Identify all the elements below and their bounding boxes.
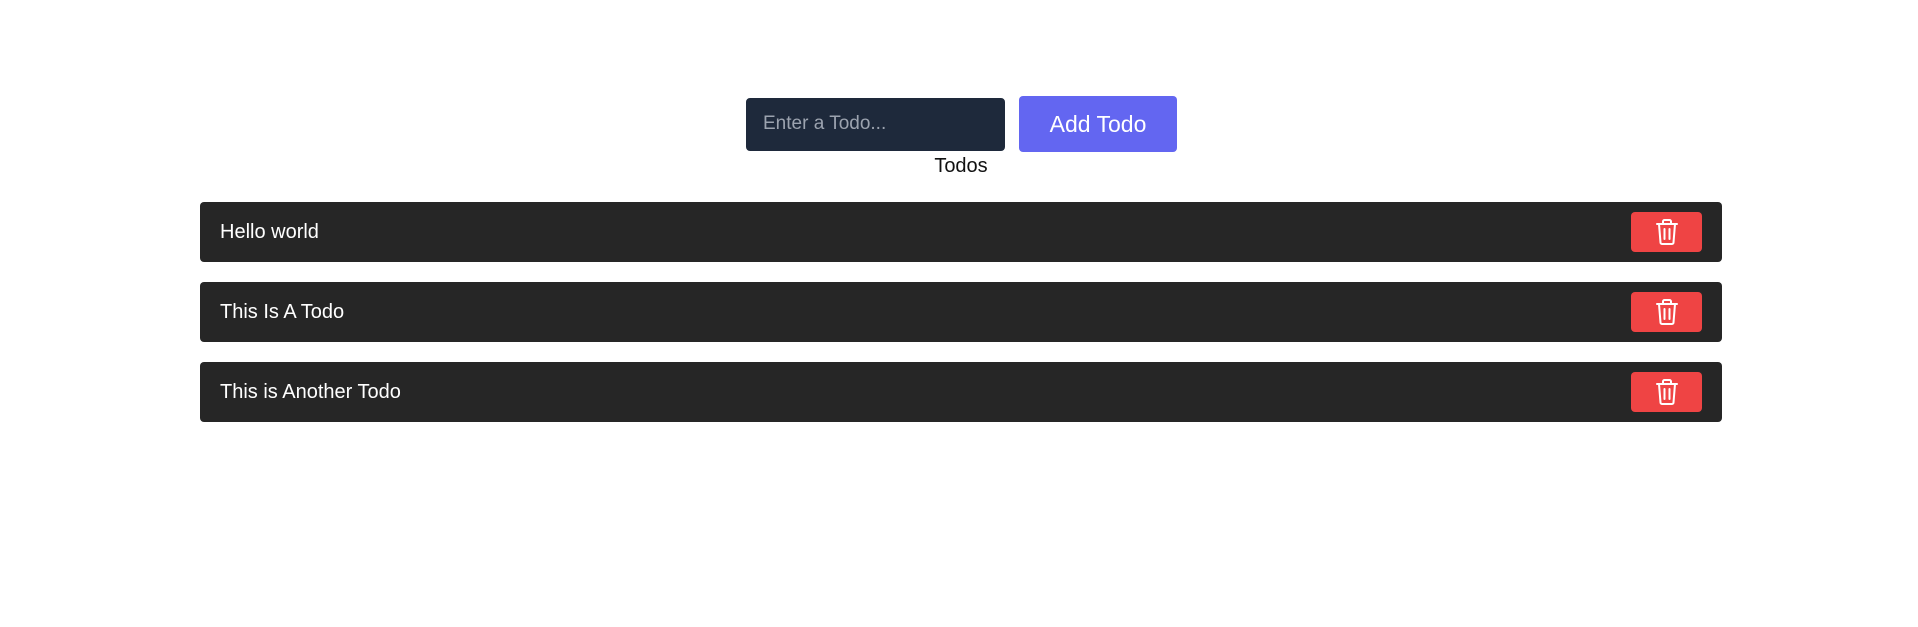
todo-text: This is Another Todo xyxy=(220,380,401,403)
trash-icon xyxy=(1655,298,1679,326)
todo-text: Hello world xyxy=(220,220,319,243)
todo-item: Hello world xyxy=(200,202,1722,262)
todo-app: Add Todo Todos Hello world This Is A Tod… xyxy=(0,0,1918,627)
todo-input[interactable] xyxy=(746,97,1005,151)
trash-icon xyxy=(1655,378,1679,406)
delete-todo-button[interactable] xyxy=(1631,372,1702,412)
todo-item: This is Another Todo xyxy=(200,362,1722,422)
add-todo-button[interactable]: Add Todo xyxy=(1019,96,1177,152)
delete-todo-button[interactable] xyxy=(1631,292,1702,332)
todo-item: This Is A Todo xyxy=(200,282,1722,342)
todo-list: Hello world This Is A Todo This is Anoth… xyxy=(200,202,1722,442)
trash-icon xyxy=(1655,218,1679,246)
delete-todo-button[interactable] xyxy=(1631,212,1702,252)
add-todo-form: Add Todo xyxy=(746,96,1177,152)
todo-text: This Is A Todo xyxy=(220,300,345,323)
todos-heading: Todos xyxy=(934,155,988,177)
